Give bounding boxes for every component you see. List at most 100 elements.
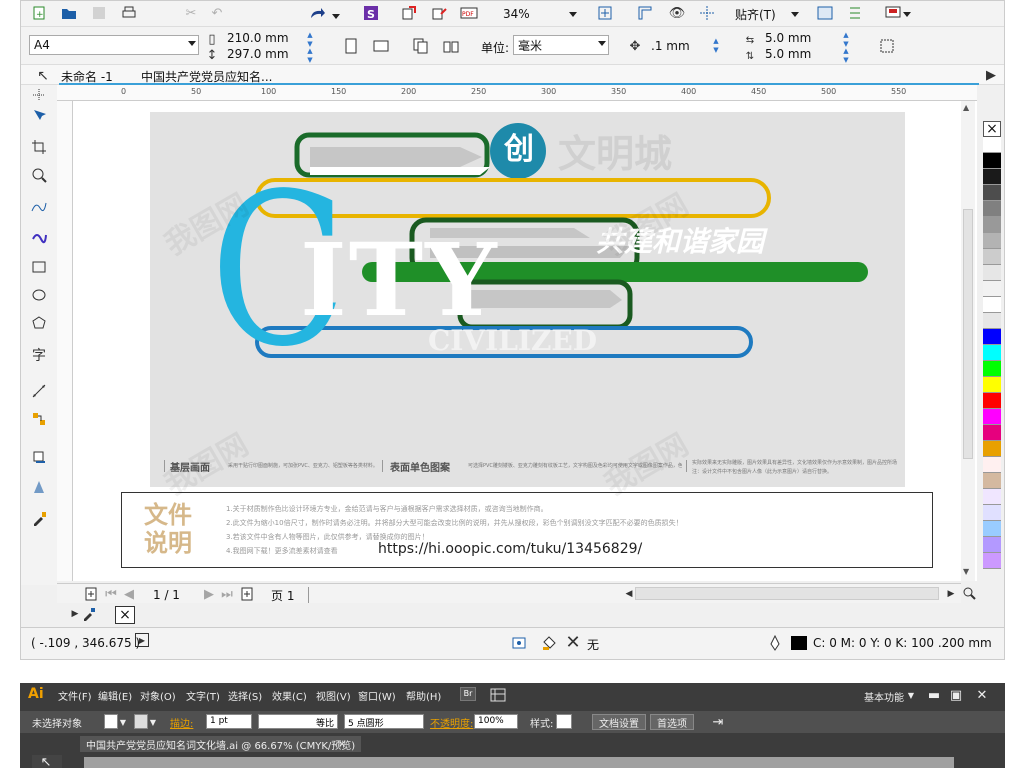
- vertical-scrollbar[interactable]: ▲ ▼: [961, 101, 975, 581]
- palette-swatch[interactable]: [983, 297, 1001, 313]
- view-icon[interactable]: 👁: [667, 3, 687, 23]
- scroll-right-icon[interactable]: ▶: [941, 584, 961, 604]
- page-tab-1[interactable]: 页 1: [271, 587, 310, 604]
- redo-dropdown-icon[interactable]: [331, 6, 341, 26]
- scroll-up-icon[interactable]: ▲: [963, 103, 969, 112]
- pick-tool-icon[interactable]: ↖: [33, 66, 53, 86]
- text-tool-icon[interactable]: 字: [29, 345, 49, 365]
- undo-icon[interactable]: ↶: [207, 3, 227, 23]
- palette-swatch[interactable]: [983, 409, 1001, 425]
- palette-swatch[interactable]: [983, 201, 1001, 217]
- fill-bucket-icon[interactable]: [539, 633, 559, 653]
- full-screen-icon[interactable]: [595, 3, 615, 23]
- first-page-icon[interactable]: ⏮: [101, 584, 121, 604]
- stroke-color-box[interactable]: [134, 714, 148, 729]
- corel-connect-icon[interactable]: S: [361, 3, 381, 23]
- options-icon[interactable]: [845, 3, 865, 23]
- vertical-ruler[interactable]: [57, 101, 73, 581]
- fill-picture-icon[interactable]: [509, 633, 529, 653]
- outline-color-swatch[interactable]: [791, 636, 807, 650]
- artwork-panel[interactable]: C ITY CIVILIZED 创 文明城 共建和谐家园 基层画面 采用干贴行印…: [150, 112, 905, 487]
- application-launcher-icon[interactable]: [815, 3, 835, 23]
- ai-menu-item[interactable]: 对象(O): [140, 688, 176, 703]
- palette-swatch[interactable]: [983, 537, 1001, 553]
- workspace-dropdown-icon[interactable]: ▼: [906, 685, 916, 705]
- align-icon[interactable]: ⇥: [708, 712, 728, 732]
- next-page-icon[interactable]: ▶: [199, 584, 219, 604]
- bridge-button[interactable]: Br: [460, 687, 476, 701]
- arrange-documents-icon[interactable]: [488, 685, 508, 705]
- snap-to-menu[interactable]: 贴齐(T): [735, 6, 776, 23]
- file-info-box[interactable]: 文件 说明 1.关于材质制作色比设计环境方专业，金给范请与客户与通根据客户需求选…: [121, 492, 933, 568]
- welcome-screen-icon[interactable]: [883, 3, 903, 23]
- treat-as-filled-icon[interactable]: [877, 36, 897, 56]
- outline-pen-icon[interactable]: [765, 633, 785, 653]
- landscape-icon[interactable]: [371, 36, 391, 56]
- palette-swatch[interactable]: [983, 185, 1001, 201]
- nudge-value[interactable]: .1 mm: [651, 39, 690, 53]
- palette-swatch[interactable]: [983, 329, 1001, 345]
- chuang-character[interactable]: 创: [496, 128, 542, 172]
- save-icon[interactable]: [89, 3, 109, 23]
- palette-swatch[interactable]: [983, 233, 1001, 249]
- stroke-dropdown-icon[interactable]: ▼: [148, 712, 158, 732]
- dimension-tool-icon[interactable]: [29, 381, 49, 401]
- palette-eyedropper-icon[interactable]: [79, 604, 99, 624]
- palette-swatch[interactable]: [983, 505, 1001, 521]
- previous-page-icon[interactable]: ◀: [119, 584, 139, 604]
- ai-menu-item[interactable]: 帮助(H): [406, 688, 441, 703]
- ai-document-tab[interactable]: 中国共产党党员应知名词文化墙.ai @ 66.67% (CMYK/预览): [80, 736, 362, 752]
- palette-swatch[interactable]: [983, 345, 1001, 361]
- transparency-tool-icon[interactable]: [29, 477, 49, 497]
- palette-swatch[interactable]: [983, 553, 1001, 569]
- palette-swatch[interactable]: [983, 313, 1001, 329]
- height-spinner[interactable]: ▲ ▼: [305, 47, 315, 65]
- palette-swatch[interactable]: [983, 457, 1001, 473]
- export-icon[interactable]: [429, 3, 449, 23]
- add-page-after-icon[interactable]: [237, 584, 257, 604]
- ai-menu-item[interactable]: 效果(C): [272, 688, 307, 703]
- ai-menu-item[interactable]: 窗口(W): [358, 688, 396, 703]
- rulers-icon[interactable]: [635, 3, 655, 23]
- polygon-tool-icon[interactable]: [29, 313, 49, 333]
- new-document-icon[interactable]: +: [29, 3, 49, 23]
- current-page-icon[interactable]: [441, 36, 461, 56]
- drop-shadow-tool-icon[interactable]: [29, 447, 49, 467]
- print-icon[interactable]: [119, 3, 139, 23]
- palette-swatch[interactable]: [983, 153, 1001, 169]
- horizontal-scroll-thumb[interactable]: [635, 587, 939, 600]
- info-url[interactable]: https://hi.ooopic.com/tuku/13456829/: [378, 541, 642, 557]
- unit-select[interactable]: 毫米: [513, 35, 609, 55]
- palette-swatch[interactable]: [983, 265, 1001, 281]
- palette-swatch[interactable]: [983, 393, 1001, 409]
- color-palette[interactable]: ×: [983, 121, 1001, 569]
- document-setup-button[interactable]: 文档设置: [592, 714, 646, 730]
- duplicate-x-value[interactable]: 5.0 mm: [765, 31, 811, 45]
- page-size-select[interactable]: A4: [29, 35, 199, 55]
- palette-swatch[interactable]: [983, 441, 1001, 457]
- palette-swatch[interactable]: [983, 473, 1001, 489]
- ai-maximize-icon[interactable]: ▣: [946, 685, 966, 705]
- artistic-media-icon[interactable]: [29, 227, 49, 247]
- publish-pdf-icon[interactable]: PDF: [459, 3, 479, 23]
- scroll-left-icon[interactable]: ◀: [619, 584, 639, 604]
- ai-tab-close-icon[interactable]: ×: [338, 736, 346, 752]
- fill-color-box[interactable]: [104, 714, 118, 729]
- preferences-button[interactable]: 首选项: [650, 714, 694, 730]
- ai-menu-item[interactable]: 选择(S): [228, 688, 262, 703]
- eyedropper-tool-icon[interactable]: [29, 509, 49, 529]
- tabs-scroll-right-icon[interactable]: ▶: [981, 65, 1001, 85]
- redo-icon[interactable]: [307, 3, 327, 23]
- portrait-icon[interactable]: [341, 36, 361, 56]
- opacity-field[interactable]: 100%: [474, 714, 518, 729]
- navigator-zoom-icon[interactable]: [959, 583, 979, 603]
- slogan-text[interactable]: 共建和谐家园: [596, 224, 764, 260]
- last-page-icon[interactable]: ⏭: [217, 584, 237, 604]
- ai-menu-item[interactable]: 文件(F): [58, 688, 92, 703]
- city-letters[interactable]: ITY: [300, 230, 499, 330]
- shape-tool-icon[interactable]: [29, 105, 49, 125]
- palette-swatch[interactable]: [983, 249, 1001, 265]
- welcome-dropdown-icon[interactable]: [901, 4, 913, 24]
- fill-dropdown-icon[interactable]: ▼: [118, 712, 128, 732]
- add-page-before-icon[interactable]: [81, 584, 101, 604]
